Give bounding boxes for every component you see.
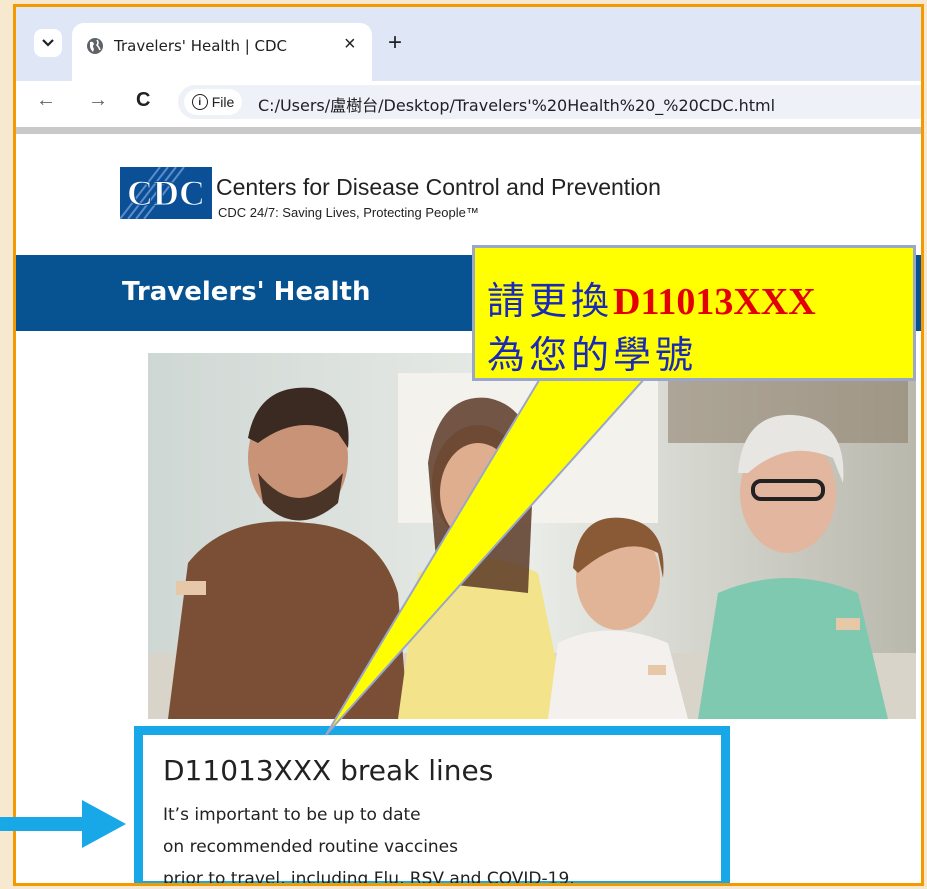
site-info-chip[interactable]: i File xyxy=(184,89,242,115)
back-button[interactable]: ← xyxy=(36,89,56,112)
callout-highlight: D11013XXX xyxy=(613,281,816,323)
hero-photo xyxy=(148,353,916,719)
card-text-line: prior to travel, including Flu, RSV and … xyxy=(163,869,575,886)
highlighted-content-card: D11013XXX break lines It’s important to … xyxy=(134,726,730,886)
toolbar-divider xyxy=(16,127,921,134)
globe-icon xyxy=(87,38,103,54)
annotation-callout: 請更換D11013XXX 為您的學號 xyxy=(472,245,916,381)
new-tab-button[interactable]: + xyxy=(388,29,402,57)
file-label: File xyxy=(211,94,235,110)
card-heading: D11013XXX break lines xyxy=(163,754,494,787)
address-bar[interactable]: i File C:/Users/盧樹台/Desktop/Travelers'%2… xyxy=(178,85,921,119)
tab-title: Travelers' Health | CDC xyxy=(114,37,288,55)
callout-line-1: 請更換D11013XXX xyxy=(487,279,816,323)
cdc-logo[interactable]: CDC xyxy=(120,167,212,219)
chevron-down-icon xyxy=(42,39,54,47)
info-icon: i xyxy=(191,94,208,110)
page-title: Travelers' Health xyxy=(122,277,371,307)
callout-line-2: 為您的學號 xyxy=(487,333,698,377)
svg-text:CDC: CDC xyxy=(127,173,205,213)
tab-close-button[interactable]: × xyxy=(344,33,356,56)
org-tagline: CDC 24/7: Saving Lives, Protecting Peopl… xyxy=(218,205,479,220)
forward-button[interactable]: → xyxy=(88,89,108,112)
browser-toolbar: ← → C i File C:/Users/盧樹台/Desktop/Travel… xyxy=(16,81,921,125)
card-text-line: on recommended routine vaccines xyxy=(163,837,459,857)
tab-search-button[interactable] xyxy=(34,29,62,57)
reload-button[interactable]: C xyxy=(136,89,150,112)
browser-tab-bar: Travelers' Health | CDC × + xyxy=(16,7,921,81)
browser-tab[interactable]: Travelers' Health | CDC × xyxy=(72,23,372,81)
url-text: C:/Users/盧樹台/Desktop/Travelers'%20Health… xyxy=(258,96,776,115)
annotated-screenshot-frame: Travelers' Health | CDC × + ← → C i File… xyxy=(13,4,924,886)
card-text-line: It’s important to be up to date xyxy=(163,805,421,825)
org-name: Centers for Disease Control and Preventi… xyxy=(216,174,661,200)
